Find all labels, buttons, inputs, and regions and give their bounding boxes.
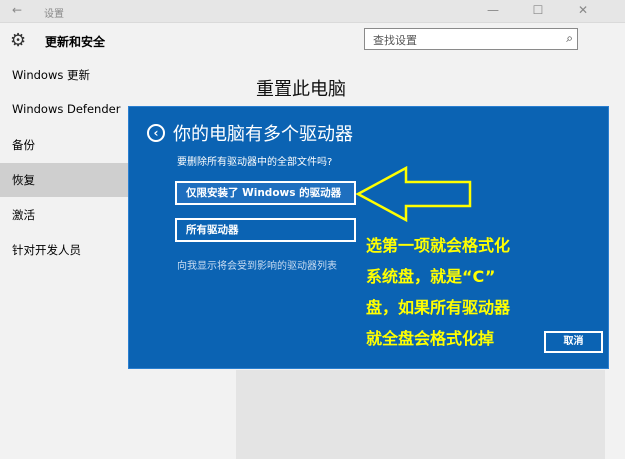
- content-panel: [236, 370, 605, 459]
- close-button[interactable]: ✕: [574, 3, 592, 17]
- annotation-line: 选第一项就会格式化: [366, 236, 511, 255]
- back-arrow-icon[interactable]: ←: [12, 3, 22, 17]
- content-title: 重置此电脑: [256, 79, 346, 100]
- minimize-button[interactable]: —: [484, 3, 502, 17]
- search-input[interactable]: 查找设置 ⌕: [364, 28, 578, 50]
- back-icon[interactable]: ‹: [147, 124, 165, 142]
- search-icon[interactable]: ⌕: [566, 31, 573, 46]
- annotation-line: 就全盘会格式化掉: [366, 329, 495, 348]
- search-placeholder: 查找设置: [373, 34, 417, 47]
- window-title: 设置: [44, 9, 64, 20]
- gear-icon: ⚙: [10, 30, 27, 51]
- sidebar-item-windows-update[interactable]: Windows 更新: [0, 58, 236, 92]
- dialog-title: 你的电脑有多个驱动器: [173, 124, 353, 145]
- option-windows-drive-only[interactable]: 仅限安装了 Windows 的驱动器: [175, 181, 356, 205]
- page-title: 更新和安全: [45, 35, 106, 49]
- option-all-drives[interactable]: 所有驱动器: [175, 218, 356, 242]
- annotation-line: 盘，如果所有驱动器: [366, 298, 511, 317]
- annotation-text: 选第一项就会格式化 系统盘，就是“C” 盘，如果所有驱动器 就全盘会格式化掉: [366, 230, 556, 354]
- dialog-subtitle: 要删除所有驱动器中的全部文件吗?: [177, 157, 333, 168]
- show-drives-link[interactable]: 向我显示将会受到影响的驱动器列表: [177, 257, 337, 272]
- annotation-arrow-icon: [356, 165, 472, 223]
- annotation-line: 系统盘，就是“C”: [366, 267, 496, 286]
- title-bar: ← 设置 — ☐ ✕: [0, 0, 625, 23]
- maximize-button[interactable]: ☐: [529, 3, 547, 17]
